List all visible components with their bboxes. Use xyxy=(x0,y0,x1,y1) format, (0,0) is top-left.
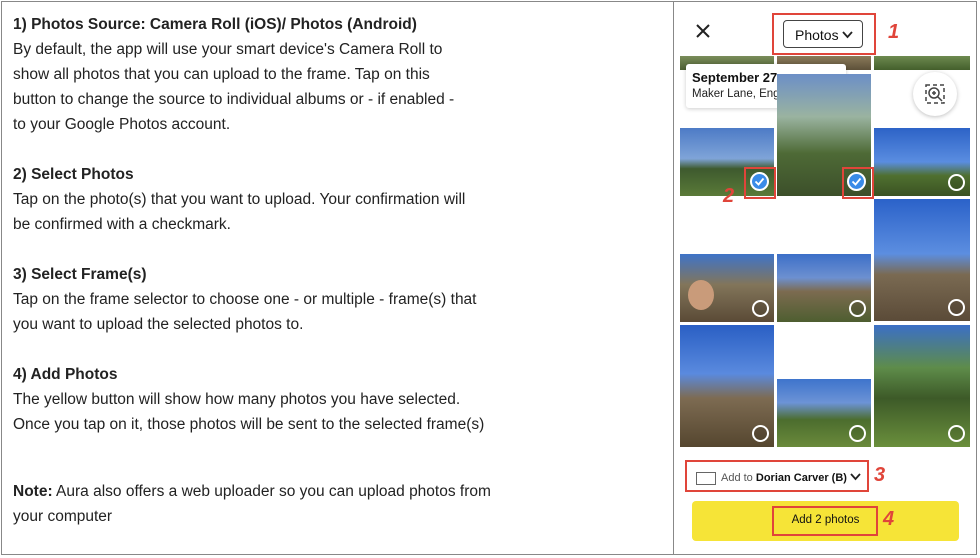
section-title: 2) Select Photos xyxy=(13,166,134,183)
select-circle xyxy=(948,425,965,442)
callout-number: 2 xyxy=(723,185,735,207)
select-circle xyxy=(948,299,965,316)
select-circle xyxy=(849,300,866,317)
callout-box xyxy=(842,167,874,199)
select-circle xyxy=(849,425,866,442)
section-add-photos: 4) Add Photos The yellow button will sho… xyxy=(13,362,663,437)
section-photos-source: 1) Photos Source: Camera Roll (iOS)/ Pho… xyxy=(13,12,663,137)
section-body: The yellow button will show how many pho… xyxy=(13,391,485,433)
select-circle xyxy=(752,425,769,442)
instructions-panel: 1) Photos Source: Camera Roll (iOS)/ Pho… xyxy=(13,12,663,462)
close-icon[interactable] xyxy=(692,20,714,42)
section-select-frames: 3) Select Frame(s) Tap on the frame sele… xyxy=(13,262,663,337)
date-text: September 27 xyxy=(692,70,778,85)
section-body: By default, the app will use your smart … xyxy=(13,41,455,133)
photo-thumbnail[interactable] xyxy=(777,254,871,322)
photo-thumbnail[interactable] xyxy=(874,128,970,196)
person-face xyxy=(688,280,714,310)
column-divider xyxy=(673,1,674,555)
section-select-photos: 2) Select Photos Tap on the photo(s) tha… xyxy=(13,162,663,237)
section-title: 3) Select Frame(s) xyxy=(13,266,147,283)
zoom-in-icon xyxy=(925,84,945,104)
callout-number: 1 xyxy=(888,21,900,43)
note: Note: Aura also offers a web uploader so… xyxy=(13,479,663,529)
photo-thumbnail[interactable] xyxy=(680,254,774,322)
photo-thumbnail[interactable] xyxy=(680,325,774,447)
note-text: Aura also offers a web uploader so you c… xyxy=(13,483,491,525)
note-label: Note: xyxy=(13,483,53,500)
callout-number: 3 xyxy=(874,464,886,486)
photo-thumbnail[interactable] xyxy=(874,199,970,321)
callout-number: 4 xyxy=(883,508,895,530)
section-body: Tap on the photo(s) that you want to upl… xyxy=(13,191,466,233)
phone-screenshot: Photos 1 September 27 Maker Lane, Englan… xyxy=(676,2,976,554)
photo-thumbnail[interactable] xyxy=(874,325,970,447)
section-title: 1) Photos Source: Camera Roll (iOS)/ Pho… xyxy=(13,16,417,33)
callout-box xyxy=(744,167,776,199)
callout-box xyxy=(772,13,876,55)
callout-box xyxy=(772,506,878,536)
section-body: Tap on the frame selector to choose one … xyxy=(13,291,477,333)
photo-thumbnail[interactable] xyxy=(777,379,871,447)
callout-box xyxy=(685,460,869,492)
select-circle xyxy=(948,174,965,191)
photo-thumbnail[interactable] xyxy=(874,56,970,70)
select-circle xyxy=(752,300,769,317)
section-title: 4) Add Photos xyxy=(13,366,118,383)
zoom-button[interactable] xyxy=(913,72,957,116)
